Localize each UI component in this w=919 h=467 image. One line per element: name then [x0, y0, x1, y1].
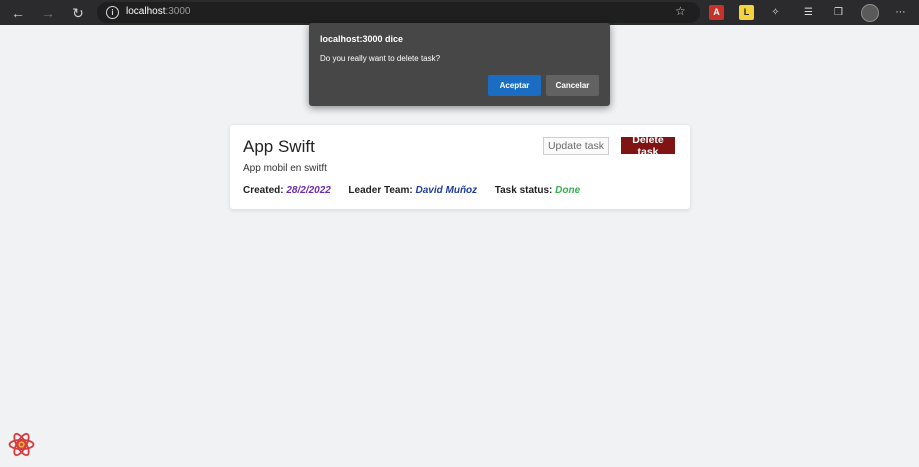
favorites-list-icon[interactable]: ☰: [801, 5, 816, 20]
info-icon[interactable]: i: [106, 6, 119, 19]
extension-yellow-icon[interactable]: L: [739, 5, 754, 20]
extension-red-icon[interactable]: A: [709, 5, 724, 20]
browser-toolbar: ← → ↻ i localhost:3000 ☆ A L ✧ ☰ ❒ ⋯: [0, 0, 919, 25]
collections-icon[interactable]: ❒: [831, 5, 846, 20]
accept-button[interactable]: Aceptar: [488, 75, 541, 96]
cancel-button[interactable]: Cancelar: [546, 75, 599, 96]
leader-value: David Muñoz: [415, 185, 478, 196]
leader-label: Leader Team:: [348, 185, 413, 196]
address-bar[interactable]: i localhost:3000 ☆: [97, 2, 700, 23]
refresh-icon[interactable]: ↻: [68, 3, 88, 22]
react-logo-icon[interactable]: [8, 431, 35, 458]
dialog-message: Do you really want to delete task?: [320, 54, 441, 63]
back-icon[interactable]: ←: [8, 3, 28, 22]
task-title: App Swift: [243, 137, 315, 156]
url-port: :3000: [165, 6, 191, 17]
task-description: App mobil en switft: [243, 163, 327, 174]
task-card: App Swift Update task Delete task App mo…: [230, 125, 690, 209]
update-task-button[interactable]: Update task: [543, 137, 609, 155]
created-label: Created:: [243, 185, 284, 196]
url-host: localhost: [126, 6, 166, 17]
status-value: Done: [555, 185, 581, 196]
delete-task-button[interactable]: Delete task: [621, 134, 675, 158]
forward-icon[interactable]: →: [38, 3, 58, 22]
settings-more-icon[interactable]: ⋯: [893, 5, 908, 20]
url-text: localhost:3000: [126, 6, 191, 17]
extension-puzzle-icon[interactable]: ✧: [768, 5, 783, 20]
profile-avatar[interactable]: [861, 4, 879, 22]
created-value: 28/2/2022: [286, 185, 331, 196]
favorites-star-icon[interactable]: ☆: [675, 4, 686, 18]
task-meta: Created: 28/2/2022 Leader Team: David Mu…: [243, 185, 580, 196]
status-label: Task status:: [494, 185, 553, 196]
confirm-dialog: localhost:3000 dice Do you really want t…: [309, 23, 610, 106]
dialog-title: localhost:3000 dice: [320, 34, 404, 44]
